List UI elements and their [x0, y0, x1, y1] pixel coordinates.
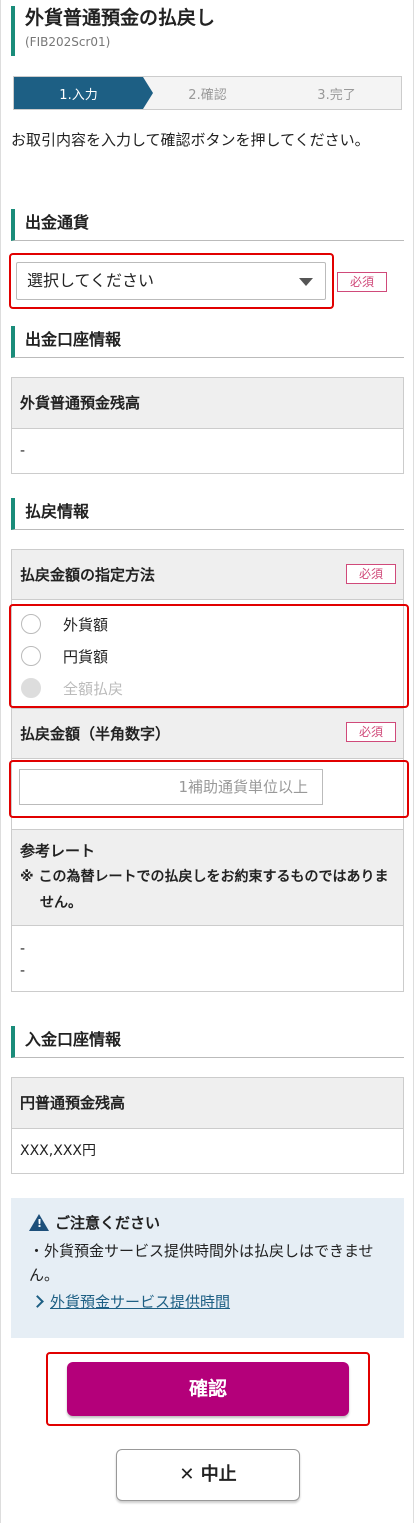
page: 外貨普通預金の払戻し (FIB202Scr01) 1.入力 2.確認 3.完了 … — [0, 0, 414, 1523]
step-indicator: 1.入力 2.確認 3.完了 — [13, 76, 402, 110]
notice-box: ! ご注意ください ・外貨預金サービス提供時間外は払戻しはできません。 外貨預金… — [11, 1198, 404, 1338]
chevron-right-icon — [31, 1295, 44, 1308]
service-hours-link-text[interactable]: 外貨預金サービス提供時間 — [50, 1291, 230, 1312]
radio-label: 外貨額 — [63, 615, 109, 634]
step-confirm: 2.確認 — [188, 87, 227, 103]
radio-yen-amount[interactable]: 円貨額 — [21, 644, 108, 668]
radio-full-refund: 全額払戻 — [21, 676, 123, 700]
withdraw-account-box: 外貨普通預金残高 - — [11, 377, 404, 474]
cancel-button-label: 中止 — [200, 1464, 237, 1485]
radio-button[interactable] — [21, 614, 41, 634]
reference-rate-header: 参考レート ※ この為替レートでの払戻しをお約束するものではありません。 — [12, 830, 403, 926]
confirm-button[interactable]: 確認 — [67, 1362, 349, 1416]
close-icon: ✕ — [179, 1464, 195, 1485]
foreign-balance-label: 外貨普通預金残高 — [12, 378, 403, 429]
yen-balance-value: XXX,XXX円 — [20, 1143, 96, 1159]
currency-select-value: 選択してください — [27, 271, 155, 290]
required-badge: 必須 — [346, 564, 396, 584]
radio-button[interactable] — [21, 646, 41, 666]
service-hours-link[interactable]: 外貨預金サービス提供時間 — [29, 1291, 386, 1312]
reference-rate-value-1: - — [20, 941, 26, 957]
step-complete: 3.完了 — [317, 87, 356, 103]
refund-info-heading: 払戻情報 — [11, 498, 404, 530]
radio-button-disabled — [21, 678, 41, 698]
radio-foreign-amount[interactable]: 外貨額 — [21, 612, 108, 636]
currency-select[interactable]: 選択してください — [16, 262, 326, 300]
withdraw-account-heading: 出金口座情報 — [11, 326, 404, 358]
deposit-account-box: 円普通預金残高 XXX,XXX円 — [11, 1077, 404, 1174]
page-title: 外貨普通預金の払戻し — [25, 7, 216, 29]
radio-label: 円貨額 — [63, 647, 109, 666]
required-badge: 必須 — [346, 722, 396, 742]
yen-balance-label: 円普通預金残高 — [12, 1078, 403, 1129]
foreign-balance-value: - — [20, 443, 26, 459]
notice-title-text: ご注意ください — [55, 1214, 161, 1232]
withdraw-currency-heading: 出金通貨 — [11, 209, 404, 241]
page-header: 外貨普通預金の払戻し (FIB202Scr01) — [11, 6, 401, 56]
notice-body: ・外貨預金サービス提供時間外は払戻しはできません。 — [29, 1242, 374, 1284]
refund-amount-input[interactable]: 1補助通貨単位以上 — [19, 769, 323, 805]
reference-rate-values: - - — [12, 926, 403, 982]
required-badge: 必須 — [337, 272, 387, 292]
chevron-down-icon — [299, 278, 313, 286]
deposit-account-heading: 入金口座情報 — [11, 1026, 404, 1058]
reference-rate-label: 参考レート — [20, 842, 96, 860]
screen-id: (FIB202Scr01) — [25, 35, 111, 49]
reference-rate-value-2: - — [20, 963, 26, 979]
radio-label: 全額払戻 — [63, 679, 124, 698]
intro-text: お取引内容を入力して確認ボタンを押してください。 — [11, 131, 370, 149]
refund-method-label: 払戻金額の指定方法 — [12, 550, 403, 600]
cancel-button[interactable]: ✕ 中止 — [116, 1449, 300, 1501]
refund-amount-label: 払戻金額（半角数字） — [12, 709, 403, 759]
notice-title: ! ご注意ください — [29, 1212, 386, 1233]
step-input: 1.入力 — [14, 77, 153, 109]
warning-icon: ! — [29, 1214, 49, 1231]
reference-rate-note: ※ この為替レートでの払戻しをお約束するものではありません。 — [20, 869, 389, 911]
